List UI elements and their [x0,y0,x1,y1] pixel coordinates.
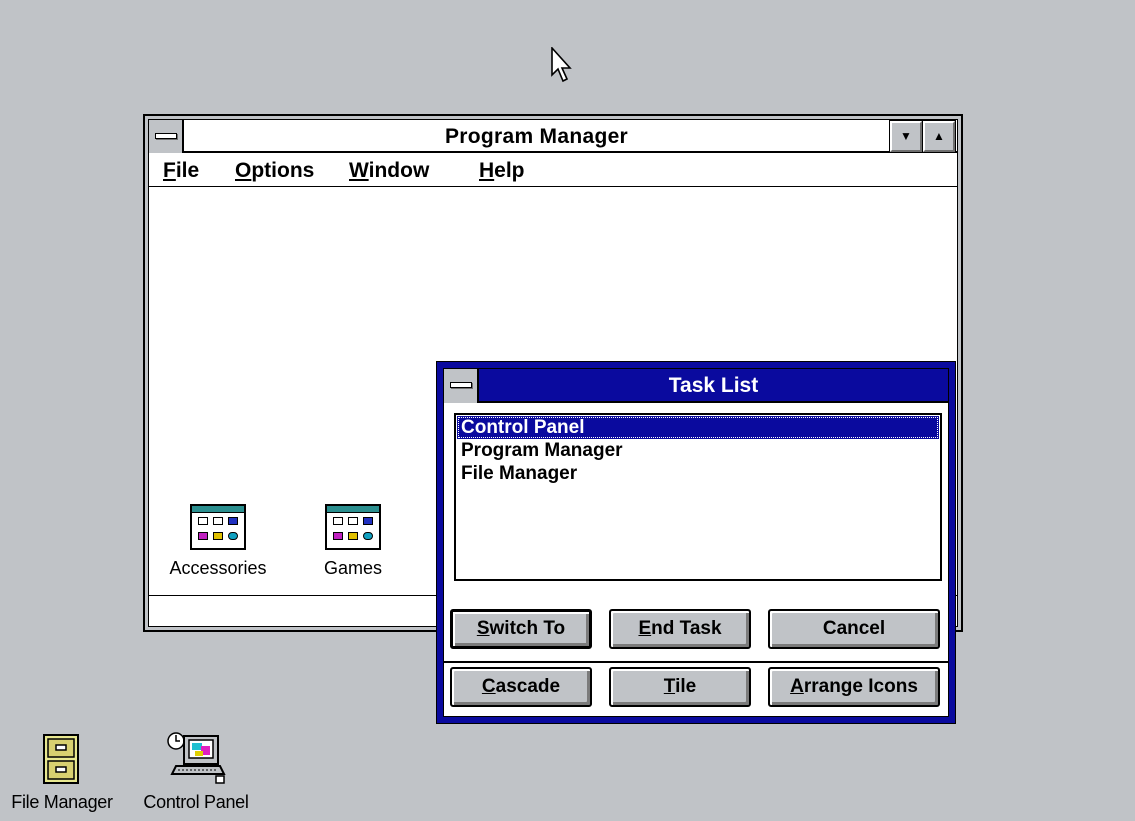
task-list-dialog[interactable]: Task List Control Panel Program Manager … [436,361,956,724]
desktop-icon-file-manager[interactable]: File Manager [0,732,132,813]
minimize-arrow-icon: ▼ [900,129,912,143]
button-label: ascade [495,676,561,697]
button-label: nd Task [651,618,722,639]
group-accessories[interactable]: Accessories [163,504,273,579]
menu-accel: O [235,159,252,182]
group-label: Games [323,558,383,578]
menu-label: ile [175,159,200,182]
program-group-icon [325,504,381,550]
switch-to-button[interactable]: Switch To [450,609,592,649]
button-accel: A [790,676,804,697]
menu-accel: W [349,159,369,182]
maximize-arrow-icon: ▲ [933,129,945,143]
task-list-titlebar[interactable]: Task List [444,369,948,403]
menu-help[interactable]: Help [479,155,525,187]
button-label: Cancel [822,618,886,639]
group-label: Accessories [169,558,267,578]
file-cabinet-icon [43,734,79,784]
button-accel: E [638,618,652,639]
button-label: ile [675,676,697,697]
desktop-icon-label: Control Panel [143,792,249,812]
task-list-body: Task List Control Panel Program Manager … [443,368,949,717]
arrange-icons-button[interactable]: Arrange Icons [768,667,940,707]
button-accel: C [481,676,496,697]
task-item-control-panel[interactable]: Control Panel [457,416,939,439]
minimize-button[interactable]: ▼ [889,120,923,153]
menu-label: elp [494,159,525,182]
dialog-divider [444,661,948,663]
system-menu-button[interactable] [149,120,184,153]
cascade-button[interactable]: Cascade [450,667,592,707]
menu-options[interactable]: Options [235,155,314,187]
desktop-icon-label: File Manager [11,792,113,812]
task-item-file-manager[interactable]: File Manager [457,462,939,485]
task-item-program-manager[interactable]: Program Manager [457,439,939,462]
menu-file[interactable]: File [163,155,199,187]
end-task-button[interactable]: End Task [609,609,751,649]
task-list-system-menu-button[interactable] [444,369,479,403]
menu-label: ptions [251,159,315,182]
program-manager-titlebar[interactable]: Program Manager ▼ ▲ [149,120,957,153]
system-menu-icon [155,133,177,139]
desktop-icon-control-panel[interactable]: Control Panel [126,730,266,813]
button-accel: S [476,618,490,639]
system-menu-icon [450,382,472,388]
menu-accel: H [479,159,495,182]
maximize-button[interactable]: ▲ [922,120,956,153]
window-title: Program Manager [444,125,629,148]
button-accel: T [663,676,676,697]
menu-window[interactable]: Window [349,155,429,187]
button-label: witch To [489,618,566,639]
menu-bar: File Options Window Help [149,155,957,187]
menu-label: indow [368,159,430,182]
task-listbox[interactable]: Control Panel Program Manager File Manag… [454,413,942,581]
button-label: rrange Icons [803,676,918,697]
cancel-button[interactable]: Cancel [768,609,940,649]
dialog-title: Task List [668,374,759,397]
group-games[interactable]: Games [298,504,408,579]
mouse-cursor-icon [551,47,572,83]
tile-button[interactable]: Tile [609,667,751,707]
program-group-icon [190,504,246,550]
menu-accel: F [163,159,176,182]
control-panel-icon [167,732,226,784]
